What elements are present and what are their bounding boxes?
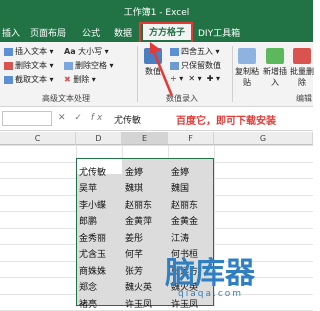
title-bar: 工作簿1 - Excel [0, 0, 313, 20]
table-cell[interactable]: 赵丽东 [125, 198, 152, 211]
tab-formulas[interactable]: 公式 [82, 26, 100, 39]
table-cell[interactable]: 李小蝶 [79, 198, 106, 211]
group-label-text: 高级文本处理 [42, 94, 90, 103]
remove-spaces-button[interactable]: 删除空格 ▾ [64, 60, 114, 71]
table-cell[interactable]: 许玉凤 [125, 297, 152, 310]
table-cell[interactable]: 魏琪 [125, 181, 143, 194]
delete-icon: ✖ [64, 75, 71, 84]
batch-delete-button[interactable]: 批量删除 [289, 48, 315, 88]
delete-label: 删除 [73, 75, 90, 84]
tab-page-layout[interactable]: 页面布局 [30, 26, 66, 39]
batch-delete-label: 批量删除 [290, 67, 314, 87]
table-cell[interactable]: 金黄金 [171, 214, 198, 227]
delete-button[interactable]: ✖ 删除 ▾ [64, 74, 96, 85]
table-cell[interactable]: 魏火英 [125, 280, 152, 293]
extract-text-label: 截取文本 [15, 75, 47, 84]
table-cell[interactable]: 金婷 [171, 165, 189, 178]
group-separator [137, 46, 138, 102]
table-cell[interactable]: 赵丽东 [171, 198, 198, 211]
keep-numbers-label: 只保留数值 [181, 61, 221, 70]
arrow-annotation [150, 42, 174, 97]
insert-new-button[interactable]: 新增插入 [262, 48, 288, 88]
row-line [0, 145, 313, 146]
table-cell[interactable]: 郑念 [79, 280, 97, 293]
table-cell[interactable]: 张芳 [125, 264, 143, 277]
copy-paste-icon [238, 48, 256, 64]
window-title: 工作簿1 - Excel [123, 8, 190, 18]
spreadsheet-grid[interactable]: C D E F G 尤传敏 金婷 金婷吴苹 魏琪 魏国李小蝶 赵丽东 赵丽东郎鹏 金黄萍 金黄金… [0, 132, 313, 311]
insert-new-icon [266, 48, 284, 64]
column-header-f[interactable]: F [168, 132, 214, 145]
extract-text-icon [4, 75, 13, 84]
delete-text-button[interactable]: 删除文本 ▾ [4, 60, 54, 71]
table-cell[interactable]: 姜彤 [125, 231, 143, 244]
tab-insert[interactable]: 插入 [2, 26, 20, 39]
insert-new-label: 新增插入 [263, 67, 287, 87]
tab-data[interactable]: 数据 [114, 26, 132, 39]
plus-icon: ✚ [206, 74, 214, 83]
column-header-d[interactable]: D [76, 132, 122, 145]
group-separator [232, 46, 233, 102]
tab-diy-toolbox[interactable]: DIY工具箱 [198, 26, 240, 39]
table-cell[interactable]: 郎鹏 [79, 214, 97, 227]
table-cell[interactable]: 尤传敏 [79, 165, 106, 178]
insert-text-button[interactable]: 插入文本 ▾ [4, 46, 54, 57]
delete-text-label: 删除文本 [15, 61, 47, 70]
case-button[interactable]: Aa 大小写 ▾ [64, 46, 109, 57]
copy-paste-button[interactable]: 复制粘贴 [234, 48, 260, 88]
column-header-c[interactable]: C [0, 132, 76, 145]
edit-group-label: 编辑 [296, 94, 312, 103]
insert-text-label: 插入文本 [15, 47, 47, 56]
times-icon: ✕ [188, 74, 196, 83]
column-header-e[interactable]: E [122, 132, 168, 145]
batch-delete-icon [293, 48, 311, 64]
round-label: 四舍五入 [181, 47, 213, 56]
column-header-g[interactable]: G [214, 132, 313, 145]
formula-bar: ✕ ✓ fx 尤传敏 百度它，即可下载安装 [0, 108, 313, 131]
delete-text-icon [4, 61, 13, 70]
copy-paste-label: 复制粘贴 [235, 67, 259, 87]
insert-text-icon [4, 47, 13, 56]
fx-icon[interactable]: fx [91, 113, 106, 123]
annotation-text: 百度它，即可下载安装 [176, 116, 276, 127]
table-cell[interactable]: 金秀丽 [79, 231, 106, 244]
case-label: 大小写 [78, 47, 103, 56]
watermark-logo: 脑库器 [165, 256, 255, 291]
formula-input[interactable]: 尤传敏 [114, 113, 141, 126]
case-icon: Aa [64, 47, 76, 56]
table-cell[interactable]: 江涛 [171, 231, 189, 244]
table-cell[interactable]: 魏国 [171, 181, 189, 194]
formula-icons: ✕ ✓ fx [58, 113, 106, 123]
remove-spaces-icon [64, 61, 73, 70]
table-cell[interactable]: 商姝姝 [79, 264, 106, 277]
table-cell[interactable]: 尤含玉 [79, 247, 106, 260]
name-box[interactable] [2, 111, 52, 126]
table-cell[interactable]: 吴苹 [79, 181, 97, 194]
table-cell[interactable]: 金黄萍 [125, 214, 152, 227]
table-cell[interactable]: 何芊 [125, 247, 143, 260]
table-cell[interactable]: 金婷 [125, 165, 143, 178]
extract-text-button[interactable]: 截取文本 ▾ [4, 74, 54, 85]
table-cell[interactable]: 褚亮 [79, 297, 97, 310]
remove-spaces-label: 删除空格 [75, 61, 107, 70]
watermark-url: qiaqa.com [178, 289, 244, 299]
